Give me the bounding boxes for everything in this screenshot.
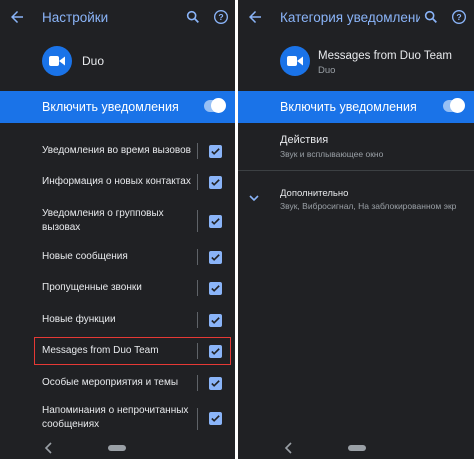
list-item-label: Новые функции <box>42 314 116 325</box>
list-item[interactable]: Информация о новых контактах <box>0 171 235 193</box>
checkbox[interactable] <box>209 412 222 425</box>
system-nav-bar <box>0 437 235 459</box>
svg-text:?: ? <box>218 12 223 22</box>
divider <box>197 408 198 430</box>
list-item[interactable]: Новые сообщения <box>0 246 235 268</box>
divider <box>197 280 198 296</box>
divider <box>197 210 198 232</box>
app-name: Duo <box>318 65 336 76</box>
settings-screen: Настройки ? Duo Включить уведомления Уве… <box>0 0 235 459</box>
toggle-knob <box>211 98 226 113</box>
category-name: Messages from Duo Team <box>318 50 453 62</box>
list-item-label: Уведомления во время вызовов <box>42 145 191 156</box>
list-item[interactable]: Уведомления о групповых вызовах <box>0 204 235 238</box>
checkbox[interactable] <box>209 314 222 327</box>
notification-category-screen: Категория уведомления ? Messages from Du… <box>238 0 474 459</box>
page-title: Настройки <box>42 10 109 25</box>
list-item[interactable]: Напоминания о непрочитанных сообщениях <box>0 402 235 436</box>
system-nav-bar <box>238 437 474 459</box>
list-item-label: Пропущенные звонки <box>42 282 142 293</box>
nav-home-pill[interactable] <box>348 445 366 451</box>
divider <box>197 249 198 265</box>
search-icon[interactable] <box>423 9 439 25</box>
duo-logo-icon <box>280 46 310 76</box>
checkbox[interactable] <box>209 176 222 189</box>
divider <box>197 143 198 159</box>
help-icon[interactable]: ? <box>213 9 229 25</box>
help-icon[interactable]: ? <box>451 9 467 25</box>
nav-back-icon[interactable] <box>44 442 54 454</box>
app-header: Messages from Duo Team Duo <box>238 40 474 86</box>
enable-notifications-label: Включить уведомления <box>280 100 417 114</box>
app-bar: Категория уведомления ? <box>238 0 474 36</box>
app-name: Duo <box>82 54 105 68</box>
divider <box>197 312 198 328</box>
toggle-knob <box>450 98 465 113</box>
enable-notifications-banner[interactable]: Включить уведомления <box>0 91 235 123</box>
advanced-item[interactable]: Дополнительно Звук, Вибросигнал, На забл… <box>238 184 474 214</box>
page-title: Категория уведомления <box>280 10 420 25</box>
arrow-back-icon[interactable] <box>246 8 264 26</box>
list-item-label: Напоминания о непрочитанных сообщениях <box>42 405 189 430</box>
highlight-box <box>34 337 231 365</box>
nav-home-pill[interactable] <box>108 445 126 451</box>
enable-notifications-banner[interactable]: Включить уведомления <box>238 91 474 123</box>
actions-subtitle: Звук и всплывающее окно <box>280 149 384 159</box>
checkbox[interactable] <box>209 282 222 295</box>
list-item[interactable]: Новые функции <box>0 309 235 331</box>
actions-item[interactable]: Действия Звук и всплывающее окно <box>238 130 474 164</box>
divider <box>197 375 198 391</box>
divider <box>197 174 198 190</box>
divider <box>238 170 474 171</box>
list-item-label: Особые мероприятия и темы <box>42 377 179 388</box>
advanced-title: Дополнительно <box>280 188 349 199</box>
list-item[interactable]: Уведомления во время вызовов <box>0 140 235 162</box>
actions-title: Действия <box>280 134 329 146</box>
checkbox[interactable] <box>209 215 222 228</box>
enable-notifications-label: Включить уведомления <box>42 100 179 114</box>
search-icon[interactable] <box>185 9 201 25</box>
checkbox[interactable] <box>209 251 222 264</box>
app-bar: Настройки ? <box>0 0 235 36</box>
chevron-down-icon <box>249 195 259 202</box>
app-header: Duo <box>0 40 235 86</box>
duo-logo-icon <box>42 46 72 76</box>
list-item[interactable]: Пропущенные звонки <box>0 277 235 299</box>
nav-back-icon[interactable] <box>284 442 294 454</box>
arrow-back-icon[interactable] <box>8 8 26 26</box>
checkbox[interactable] <box>209 377 222 390</box>
advanced-subtitle: Звук, Вибросигнал, На заблокированном эк… <box>280 201 457 211</box>
list-item-label: Новые сообщения <box>42 251 128 262</box>
list-item-label: Информация о новых контактах <box>42 176 191 187</box>
list-item-label: Уведомления о групповых вызовах <box>42 208 164 233</box>
list-item[interactable]: Особые мероприятия и темы <box>0 372 235 394</box>
svg-text:?: ? <box>456 12 461 22</box>
checkbox[interactable] <box>209 145 222 158</box>
